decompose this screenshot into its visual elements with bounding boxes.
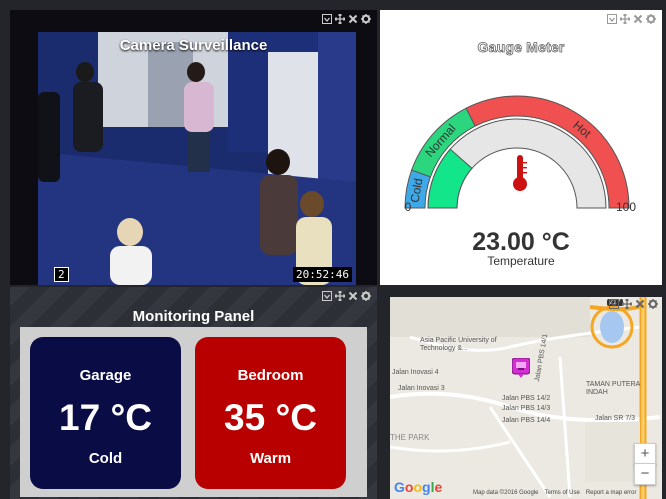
gear-icon[interactable] <box>361 291 371 301</box>
gear-icon[interactable] <box>646 14 656 24</box>
terms-link[interactable]: Terms of Use <box>544 490 579 496</box>
dropdown-icon[interactable] <box>322 291 332 301</box>
map-label-road: Jalan Inovasi 4 <box>392 369 439 376</box>
dropdown-icon[interactable] <box>322 14 332 24</box>
move-icon[interactable] <box>335 291 345 301</box>
dropdown-icon[interactable] <box>607 14 617 24</box>
dropdown-icon[interactable] <box>609 299 619 309</box>
google-logo: Google <box>394 479 443 495</box>
monitoring-panel-controls <box>322 291 371 301</box>
close-icon[interactable] <box>348 291 358 301</box>
tile-name: Bedroom <box>237 367 304 384</box>
tile-name: Garage <box>79 367 132 384</box>
map-label-university: Asia Pacific University of Technology &.… <box>420 337 497 352</box>
gauge-panel-controls <box>607 14 656 24</box>
gauge-panel: Gauge Meter Cold Normal Hot 0 100 23.00 … <box>380 10 662 285</box>
gauge-value: 23.00 °C <box>472 228 570 256</box>
close-icon[interactable] <box>348 14 358 24</box>
map-panel-controls <box>609 299 658 309</box>
monitoring-panel: Monitoring Panel Garage 17 °C Cold Bedro… <box>10 287 377 499</box>
tile-value: 35 °C <box>224 397 317 438</box>
camera-title: Camera Surveillance <box>119 37 268 54</box>
tile-status: Cold <box>88 450 123 467</box>
tile-value: 17 °C <box>59 397 152 438</box>
tile-bedroom: Bedroom 35 °C Warm <box>195 337 346 489</box>
map-label-road: Jalan PBS 14/4 <box>502 417 551 424</box>
gauge-label: Temperature <box>487 254 555 268</box>
map-label-road: Jalan PBS 14/2 <box>502 395 551 402</box>
close-icon[interactable] <box>633 14 643 24</box>
map-label-area: THE PARK <box>390 433 430 442</box>
map-label-road: Jalan Inovasi 3 <box>398 385 445 392</box>
gear-icon[interactable] <box>648 299 658 309</box>
report-link[interactable]: Report a map error <box>586 490 637 496</box>
monitoring-tiles: Garage 17 °C Cold Bedroom 35 °C Warm <box>20 327 367 497</box>
gauge-min-label: 0 <box>405 200 412 214</box>
map-marker-icon[interactable] <box>511 357 531 378</box>
gauge-max-label: 100 <box>616 200 636 214</box>
camera-panel-controls <box>322 14 371 24</box>
move-icon[interactable] <box>620 14 630 24</box>
camera-scene <box>38 32 356 285</box>
tile-status: Warm <box>249 450 292 467</box>
map-label-road: Jalan SR 7/3 <box>595 415 636 422</box>
map-label-road: Jalan PBS 14/3 <box>502 405 551 412</box>
close-icon[interactable] <box>635 299 645 309</box>
camera-channel: 2 <box>54 267 69 282</box>
map-data-credit: Map data ©2016 Google <box>473 490 539 496</box>
map-panel[interactable]: Asia Pacific University of Technology &.… <box>390 297 662 499</box>
move-icon[interactable] <box>622 299 632 309</box>
camera-feed: 2 20:52:46 <box>38 32 356 285</box>
monitoring-title: Monitoring Panel <box>132 308 255 325</box>
thermometer-icon <box>513 155 527 191</box>
zoom-in-button[interactable]: + <box>634 443 656 465</box>
tile-garage: Garage 17 °C Cold <box>30 337 181 489</box>
map-label-area: TAMAN PUTERA INDAH <box>586 381 640 396</box>
zoom-out-button[interactable]: − <box>634 463 656 485</box>
gear-icon[interactable] <box>361 14 371 24</box>
move-icon[interactable] <box>335 14 345 24</box>
camera-timestamp: 20:52:46 <box>293 267 352 282</box>
map-footer: Map data ©2016 Google Terms of Use Repor… <box>473 490 662 496</box>
camera-panel: 2 20:52:46 Camera Surveillance <box>10 10 377 285</box>
